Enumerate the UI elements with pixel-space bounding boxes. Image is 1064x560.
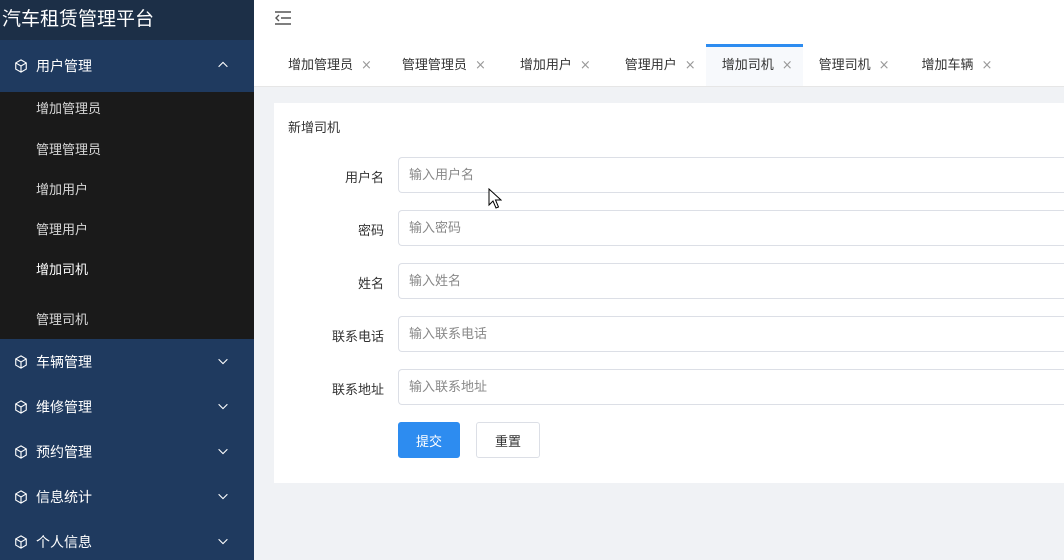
chevron-down-icon <box>218 493 228 500</box>
name-label: 姓名 <box>357 277 384 292</box>
name-input[interactable] <box>398 263 1064 299</box>
username-label: 用户名 <box>344 171 384 186</box>
chevron-down-icon <box>218 358 228 365</box>
sidebar-item-add-driver[interactable]: 增加司机 <box>0 253 254 293</box>
menu-booking-management-label: 预约管理 <box>36 444 92 461</box>
cube-icon <box>15 59 27 73</box>
chevron-down-icon <box>218 403 228 410</box>
phone-label: 联系电话 <box>331 330 384 345</box>
chevron-down-icon <box>218 538 228 545</box>
close-icon[interactable]: × <box>782 44 793 88</box>
cube-icon <box>15 489 27 504</box>
sidebar-item-add-admin[interactable]: 增加管理员 <box>0 92 254 133</box>
sidebar: 汽车租赁管理平台 用户管理 增加管理员 管理管理员 增加用户 管理用户 增加司机… <box>0 0 254 560</box>
tab-add-user[interactable]: 增加用户 × <box>496 44 601 86</box>
tab-label: 增加管理员 <box>288 58 354 73</box>
submenu-user: 增加管理员 管理管理员 增加用户 管理用户 增加司机 管理司机 <box>0 92 254 339</box>
top-bar <box>254 0 1064 44</box>
app-title: 汽车租赁管理平台 <box>0 0 254 40</box>
menu-repair-management[interactable]: 维修管理 <box>0 384 254 429</box>
sidebar-item-add-user[interactable]: 增加用户 <box>0 173 254 213</box>
submit-button[interactable]: 提交 <box>398 422 460 458</box>
close-icon[interactable]: × <box>580 44 591 88</box>
tab-label: 增加车辆 <box>921 58 974 73</box>
tab-manage-user[interactable]: 管理用户 × <box>601 44 706 86</box>
tab-manage-admin[interactable]: 管理管理员 × <box>382 44 496 86</box>
sidebar-item-manage-admin[interactable]: 管理管理员 <box>0 133 254 173</box>
sidebar-item-manage-user[interactable]: 管理用户 <box>0 213 254 253</box>
form-row-password: 密码 <box>274 210 1064 248</box>
close-icon[interactable]: × <box>685 44 696 88</box>
sidebar-item-manage-driver[interactable]: 管理司机 <box>0 293 254 339</box>
cube-icon <box>15 399 27 414</box>
form-row-name: 姓名 <box>274 263 1064 301</box>
form-title: 新增司机 <box>288 121 341 136</box>
menu-statistics[interactable]: 信息统计 <box>0 474 254 519</box>
cube-icon <box>15 354 27 369</box>
address-input[interactable] <box>398 369 1064 405</box>
phone-input[interactable] <box>398 316 1064 352</box>
form-row-address: 联系地址 <box>274 369 1064 407</box>
form-row-username: 用户名 <box>274 157 1064 195</box>
close-icon[interactable]: × <box>982 44 993 88</box>
username-input[interactable] <box>398 157 1064 193</box>
tab-label: 增加司机 <box>721 58 774 73</box>
form-row-phone: 联系电话 <box>274 316 1064 354</box>
menu-group-user: 用户管理 增加管理员 管理管理员 增加用户 管理用户 增加司机 管理司机 <box>0 40 254 339</box>
close-icon[interactable]: × <box>879 44 890 88</box>
menu-personal-info-label: 个人信息 <box>36 534 92 551</box>
tab-bar: 增加管理员 × 管理管理员 × 增加用户 × 管理用户 × 增加司机 × 管理司机 × 增加… <box>254 44 1064 87</box>
tab-label: 管理司机 <box>818 58 871 73</box>
close-icon[interactable]: × <box>475 44 486 88</box>
menu-user-management-label: 用户管理 <box>36 59 92 75</box>
tab-add-admin[interactable]: 增加管理员 × <box>254 44 382 86</box>
address-label: 联系地址 <box>331 383 384 398</box>
chevron-up-icon <box>218 61 228 68</box>
menu-repair-management-label: 维修管理 <box>36 399 92 416</box>
cube-icon <box>15 444 27 459</box>
menu-user-management[interactable]: 用户管理 <box>0 40 254 92</box>
cube-icon <box>15 534 27 549</box>
tab-manage-driver[interactable]: 管理司机 × <box>803 44 900 86</box>
menu-vehicle-management-label: 车辆管理 <box>36 354 92 371</box>
reset-button[interactable]: 重置 <box>476 422 540 458</box>
menu-booking-management[interactable]: 预约管理 <box>0 429 254 474</box>
tab-add-vehicle[interactable]: 增加车辆 × <box>900 44 1003 86</box>
tab-label: 管理管理员 <box>401 58 467 73</box>
chevron-down-icon <box>218 448 228 455</box>
tab-label: 增加用户 <box>519 58 572 73</box>
menu-fold-icon[interactable] <box>274 10 292 26</box>
password-label: 密码 <box>357 224 384 239</box>
form-card: 新增司机 用户名 密码 姓名 联系电话 联系地址 提交 重置 <box>274 103 1064 483</box>
menu-statistics-label: 信息统计 <box>36 489 92 506</box>
menu-vehicle-management[interactable]: 车辆管理 <box>0 339 254 384</box>
tab-add-driver[interactable]: 增加司机 × <box>705 44 803 88</box>
tab-label: 管理用户 <box>624 58 677 73</box>
close-icon[interactable]: × <box>361 44 372 88</box>
password-input[interactable] <box>398 210 1064 246</box>
menu-personal-info[interactable]: 个人信息 <box>0 519 254 560</box>
